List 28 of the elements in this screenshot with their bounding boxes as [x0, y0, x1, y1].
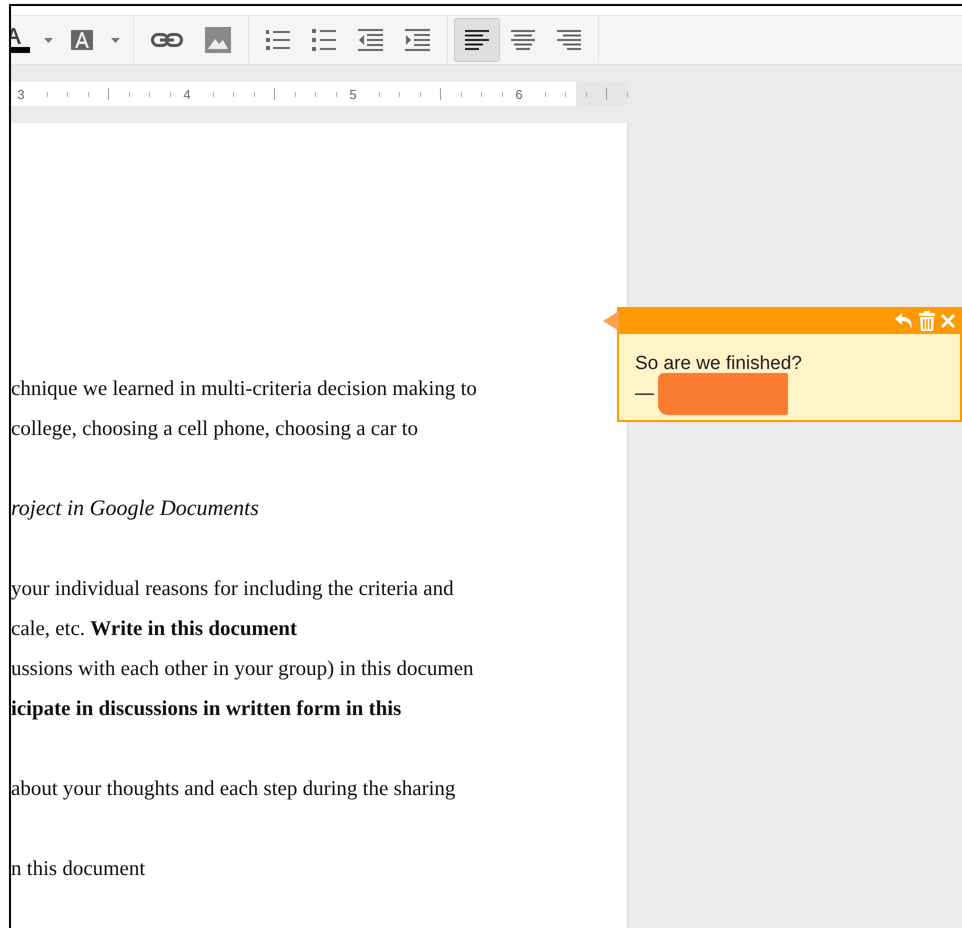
- text-line: chnique we learned in multi-criteria decision making to: [11, 375, 477, 402]
- text-line: n this document: [11, 855, 146, 882]
- text-line: ussions with each other in your group) in this documen: [11, 655, 474, 682]
- align-right-icon: [557, 30, 581, 50]
- text-line: cale, etc. Write in this document: [11, 615, 297, 642]
- link-icon: [151, 33, 183, 48]
- ruler-number: 3: [16, 86, 26, 102]
- image-icon: [205, 27, 231, 54]
- ruler-number: 4: [182, 86, 192, 102]
- author-dash: —: [635, 383, 654, 405]
- text-line: icipate in discussions in written form in this: [11, 695, 402, 722]
- heading-text: roject in Google Documents: [11, 494, 259, 522]
- dropdown-arrow-icon: [44, 38, 53, 43]
- text-line: college, choosing a cell phone, choosing a car to: [11, 415, 418, 442]
- align-left-icon: [465, 30, 489, 50]
- comment-text: So are we finished?: [635, 352, 803, 376]
- highlight-icon: [71, 30, 93, 50]
- indent-increase-icon: [405, 29, 430, 52]
- ruler-number: 5: [348, 86, 358, 102]
- text-line: your individual reasons for including the criteria and: [11, 575, 454, 602]
- bulleted-list-icon: [312, 29, 336, 52]
- ruler-number: 6: [514, 86, 524, 102]
- dropdown-arrow-icon: [111, 38, 120, 43]
- align-left-button[interactable]: [454, 18, 500, 62]
- align-center-icon: [511, 30, 535, 50]
- ruler[interactable]: 3 4 5 6: [11, 82, 628, 106]
- text-line: about your thoughts and each step during the sharing: [11, 775, 456, 802]
- indent-decrease-icon: [358, 29, 383, 52]
